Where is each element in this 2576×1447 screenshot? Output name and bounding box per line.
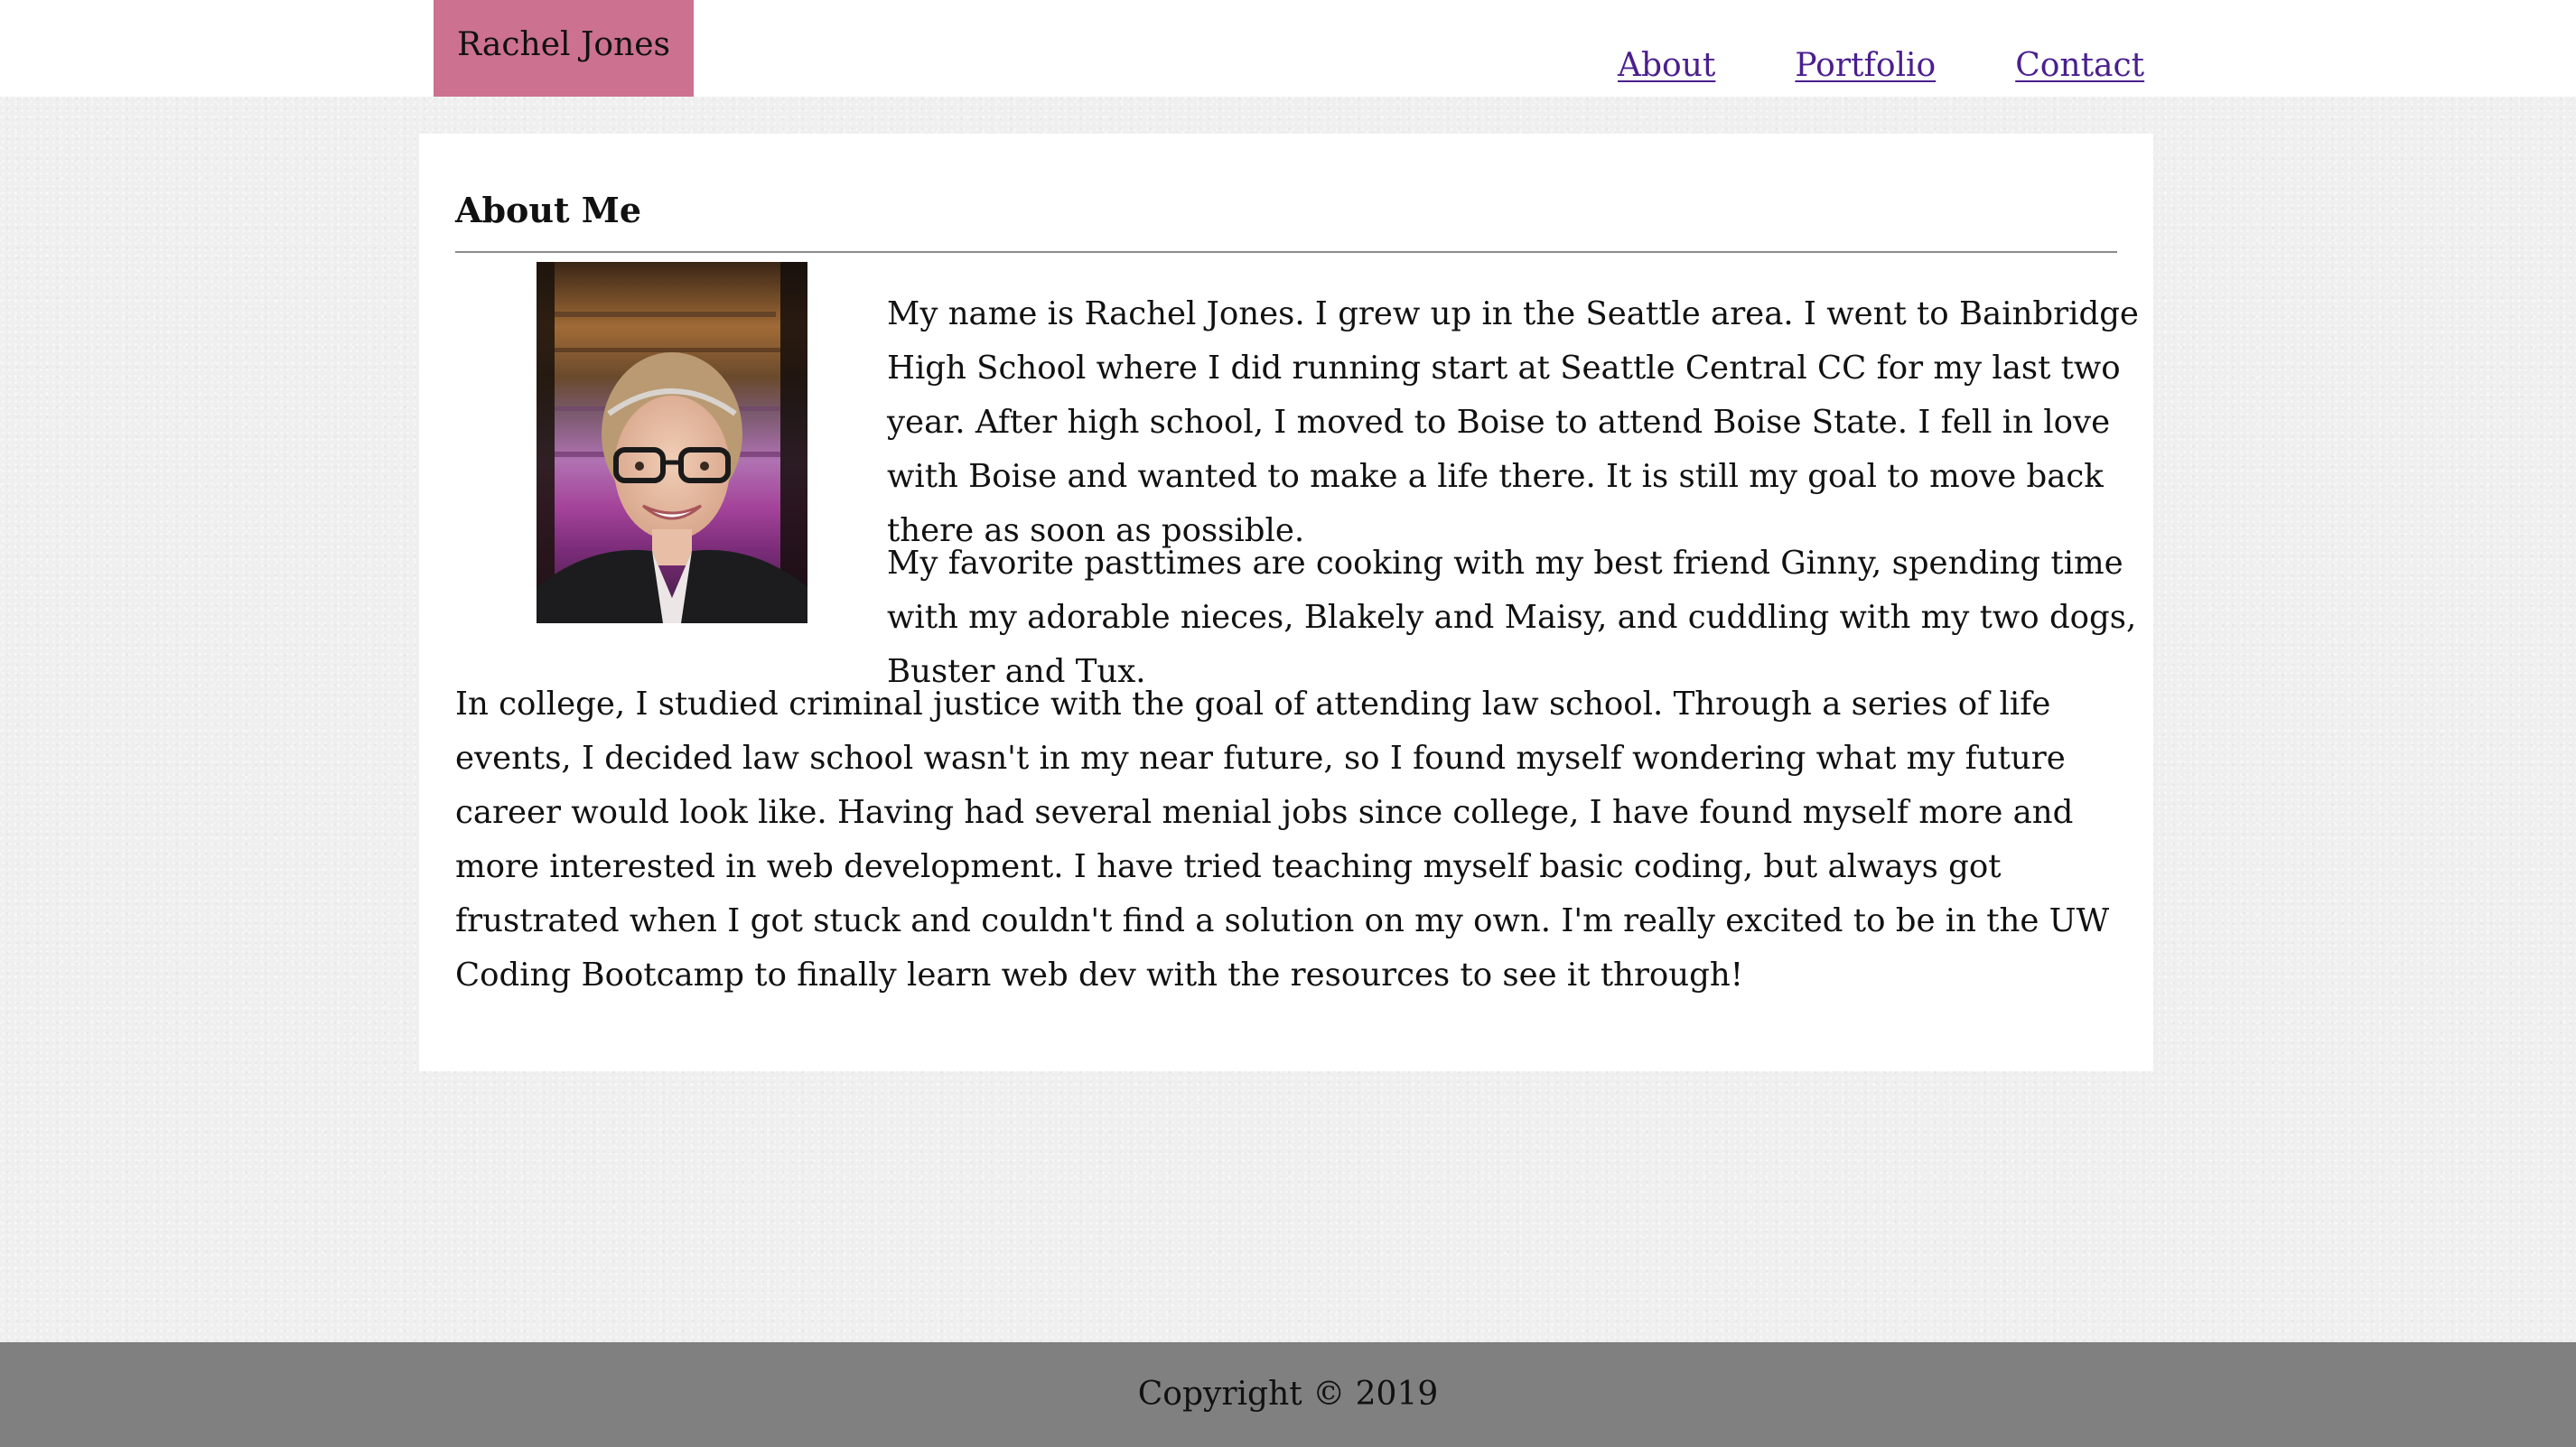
pastimes-paragraph: My favorite pasttimes are cooking with m… bbox=[887, 545, 2137, 690]
site-footer: Copyright © 2019 bbox=[0, 1342, 2576, 1447]
career-paragraph: In college, I studied criminal justice w… bbox=[455, 686, 2110, 994]
nav-link-about[interactable]: About bbox=[1618, 47, 1715, 84]
site-header: Rachel Jones About Portfolio Contact bbox=[0, 0, 2576, 97]
nav-link-portfolio[interactable]: Portfolio bbox=[1795, 47, 1936, 84]
profile-photo bbox=[537, 262, 807, 623]
copyright-text: Copyright © 2019 bbox=[1137, 1376, 1439, 1413]
intro-paragraph: My name is Rachel Jones. I grew up in th… bbox=[887, 295, 2139, 549]
about-heading: About Me bbox=[455, 190, 642, 230]
about-card: About Me My name is Rachel Jones. I grew… bbox=[419, 134, 2153, 1071]
brand-logo-link[interactable]: Rachel Jones bbox=[434, 0, 694, 97]
nav-link-contact[interactable]: Contact bbox=[2015, 47, 2144, 84]
heading-divider bbox=[455, 251, 2117, 253]
main-nav: About Portfolio Contact bbox=[1618, 47, 2144, 84]
